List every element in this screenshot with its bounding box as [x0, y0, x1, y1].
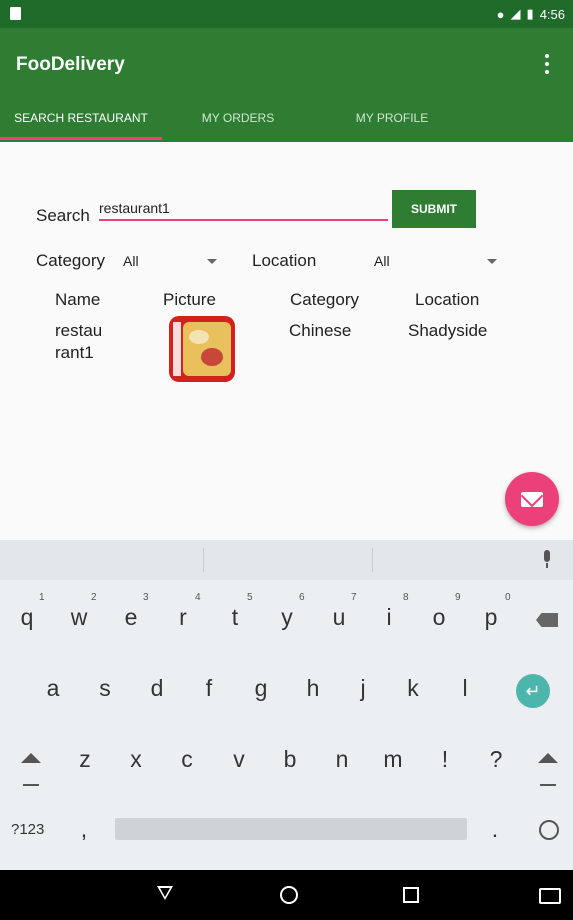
- key-hint: 9: [455, 592, 461, 603]
- key-s[interactable]: s: [85, 675, 125, 702]
- key-c[interactable]: c: [167, 746, 207, 773]
- submit-button[interactable]: SUBMIT: [392, 190, 476, 228]
- category-value: All: [123, 253, 139, 269]
- row-location: Shadyside: [408, 321, 488, 340]
- enter-key-icon[interactable]: ↵: [516, 674, 550, 708]
- key-period[interactable]: .: [475, 816, 515, 843]
- header-category: Category: [290, 290, 359, 309]
- location-label: Location: [252, 251, 317, 270]
- app-bar: FooDelivery: [0, 28, 573, 100]
- key-m[interactable]: m: [373, 746, 413, 773]
- restaurant-picture: [169, 316, 235, 382]
- key-l[interactable]: l: [445, 675, 485, 702]
- key-n[interactable]: n: [322, 746, 362, 773]
- tab-my-orders[interactable]: MY ORDERS: [162, 100, 314, 142]
- category-label: Category: [36, 251, 105, 270]
- key-f[interactable]: f: [189, 675, 229, 702]
- key-r[interactable]: r: [163, 604, 203, 631]
- key-d[interactable]: d: [137, 675, 177, 702]
- search-label: Search: [36, 206, 90, 225]
- battery-icon: ▮: [526, 6, 534, 21]
- key-hint: 2: [91, 592, 97, 603]
- key-j[interactable]: j: [343, 675, 383, 702]
- key-exclamation[interactable]: !: [425, 746, 465, 773]
- key-g[interactable]: g: [241, 675, 281, 702]
- key-hint: 0: [505, 592, 511, 603]
- microphone-icon[interactable]: [541, 550, 553, 570]
- search-input[interactable]: [99, 197, 387, 219]
- key-a[interactable]: a: [33, 675, 73, 702]
- home-icon[interactable]: [280, 886, 298, 904]
- spacebar[interactable]: [115, 818, 467, 840]
- status-time: 4:56: [539, 6, 565, 22]
- back-icon[interactable]: [157, 886, 173, 900]
- key-t[interactable]: t: [215, 604, 255, 631]
- key-x[interactable]: x: [116, 746, 156, 773]
- email-fab-button[interactable]: [505, 472, 559, 526]
- keyboard-icon[interactable]: [539, 888, 561, 904]
- tab-my-profile[interactable]: MY PROFILE: [314, 100, 470, 142]
- row-name-line2: rant1: [55, 343, 94, 362]
- status-bar: ● ◢ ▮ 4:56: [0, 0, 573, 28]
- tab-search-restaurant[interactable]: SEARCH RESTAURANT: [0, 100, 162, 142]
- key-hint: 8: [403, 592, 409, 603]
- key-k[interactable]: k: [393, 675, 433, 702]
- recents-icon[interactable]: [403, 887, 419, 903]
- key-hint: 5: [247, 592, 253, 603]
- shift-icon[interactable]: [21, 753, 41, 763]
- header-picture: Picture: [163, 290, 216, 309]
- overflow-menu-icon[interactable]: [545, 54, 551, 74]
- key-u[interactable]: u: [319, 604, 359, 631]
- tab-indicator: [0, 137, 162, 140]
- soft-keyboard: 1 2 3 4 5 6 7 8 9 0 q w e r t y u i o p …: [0, 540, 573, 870]
- key-o[interactable]: o: [419, 604, 459, 631]
- key-h[interactable]: h: [293, 675, 333, 702]
- key-hint: 1: [39, 592, 45, 603]
- symbols-key[interactable]: ?123: [11, 821, 44, 838]
- tab-label: MY PROFILE: [355, 111, 429, 125]
- chevron-down-icon: [487, 259, 497, 264]
- system-nav-bar: [0, 870, 573, 920]
- key-comma[interactable]: ,: [64, 816, 104, 843]
- row-category: Chinese: [289, 321, 352, 340]
- tab-bar: SEARCH RESTAURANT MY ORDERS MY PROFILE: [0, 100, 573, 142]
- key-hint: 3: [143, 592, 149, 603]
- shift-underline: [23, 784, 39, 786]
- key-hint: 6: [299, 592, 305, 603]
- key-b[interactable]: b: [270, 746, 310, 773]
- key-hint: 7: [351, 592, 357, 603]
- header-name: Name: [55, 290, 101, 309]
- shift-underline: [540, 784, 556, 786]
- key-v[interactable]: v: [219, 746, 259, 773]
- mail-icon: [521, 491, 543, 507]
- tab-label: MY ORDERS: [201, 111, 275, 125]
- location-value: All: [374, 253, 390, 269]
- shift-icon[interactable]: [538, 753, 558, 763]
- signal-icon: ◢: [510, 6, 521, 21]
- key-z[interactable]: z: [65, 746, 105, 773]
- key-i[interactable]: i: [369, 604, 409, 631]
- header-location: Location: [415, 290, 480, 309]
- chevron-down-icon: [207, 259, 217, 264]
- suggestion-bar: [0, 540, 573, 580]
- key-q[interactable]: q: [7, 604, 47, 631]
- tab-label: SEARCH RESTAURANT: [14, 111, 148, 125]
- location-icon: ●: [496, 6, 505, 22]
- row-name-line1: restau: [55, 321, 103, 340]
- emoji-icon[interactable]: [539, 820, 559, 840]
- key-question[interactable]: ?: [476, 746, 516, 773]
- key-e[interactable]: e: [111, 604, 151, 631]
- key-w[interactable]: w: [59, 604, 99, 631]
- key-hint: 4: [195, 592, 201, 603]
- key-p[interactable]: p: [471, 604, 511, 631]
- backspace-icon[interactable]: [536, 613, 558, 627]
- key-y[interactable]: y: [267, 604, 307, 631]
- search-underline: [99, 219, 388, 221]
- sd-card-icon: [10, 7, 21, 20]
- app-title: FooDelivery: [16, 54, 125, 75]
